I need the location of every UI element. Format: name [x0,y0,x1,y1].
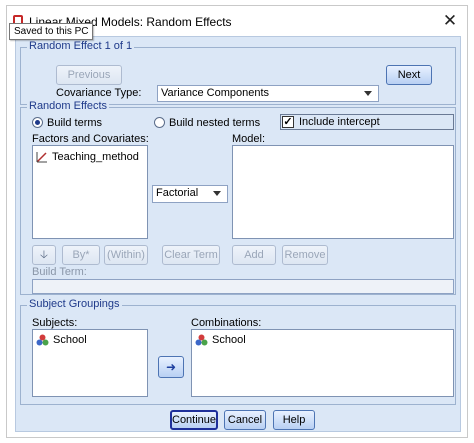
build-terms-radio[interactable] [32,117,43,128]
list-item[interactable]: Teaching_method [36,149,139,165]
subjects-list[interactable]: School [32,329,148,397]
factors-covariates-label: Factors and Covariates: [32,133,149,145]
nominal-icon [195,334,208,346]
remove-button[interactable]: Remove [282,245,328,265]
nominal-icon [36,334,49,346]
include-intercept-checkbox[interactable]: ✓ [282,116,294,128]
combinations-list[interactable]: School [191,329,454,397]
move-down-button[interactable]: 🡣 [32,245,56,265]
by-button[interactable]: By* [62,245,100,265]
factor-name: Teaching_method [52,151,139,163]
previous-button[interactable]: Previous [56,65,122,85]
scale-icon [36,152,47,163]
help-button[interactable]: Help [273,410,315,430]
factors-covariates-list[interactable]: Teaching_method [32,145,148,239]
covariance-type-value: Variance Components [161,87,270,99]
next-button[interactable]: Next [386,65,432,85]
chevron-down-icon [213,191,221,196]
clear-term-button[interactable]: Clear Term [162,245,220,265]
list-item[interactable]: School [36,332,87,348]
within-button[interactable]: (Within) [104,245,148,265]
subject-name: School [53,334,87,346]
saved-tooltip: Saved to this PC [9,23,94,40]
random-effect-group-label: Random Effect 1 of 1 [27,40,135,52]
close-icon[interactable]: ✕ [439,11,461,31]
build-term-field[interactable] [32,279,454,294]
build-terms-label: Build terms [47,117,103,129]
chevron-down-icon [364,91,372,96]
dialog-body: Random Effect 1 of 1 Previous Next Covar… [15,36,461,432]
title-bar: Linear Mixed Models: Random Effects ✕ Sa… [7,6,467,40]
model-list[interactable] [232,145,454,239]
covariance-type-label: Covariance Type: [56,87,142,99]
term-type-value: Factorial [156,187,199,199]
subject-groupings-group-label: Subject Groupings [27,298,122,310]
build-nested-terms-label: Build nested terms [169,117,261,129]
move-to-combinations-button[interactable]: ➜ [158,356,184,378]
covariance-type-select[interactable]: Variance Components [157,85,379,102]
list-item[interactable]: School [195,332,246,348]
continue-button[interactable]: Continue [170,410,218,430]
model-label: Model: [232,133,266,145]
include-intercept-label: Include intercept [299,116,380,128]
random-effects-group-label: Random Effects [27,100,110,112]
build-term-label: Build Term: [32,266,87,278]
random-effects-dialog: Linear Mixed Models: Random Effects ✕ Sa… [6,5,468,438]
build-nested-terms-radio[interactable] [154,117,165,128]
combination-name: School [212,334,246,346]
cancel-button[interactable]: Cancel [224,410,266,430]
add-button[interactable]: Add [232,245,276,265]
combinations-label: Combinations: [191,317,262,329]
arrow-down-icon: 🡣 [40,249,48,261]
subjects-label: Subjects: [32,317,78,329]
arrow-right-icon: ➜ [165,360,177,374]
term-type-select[interactable]: Factorial [152,185,228,203]
